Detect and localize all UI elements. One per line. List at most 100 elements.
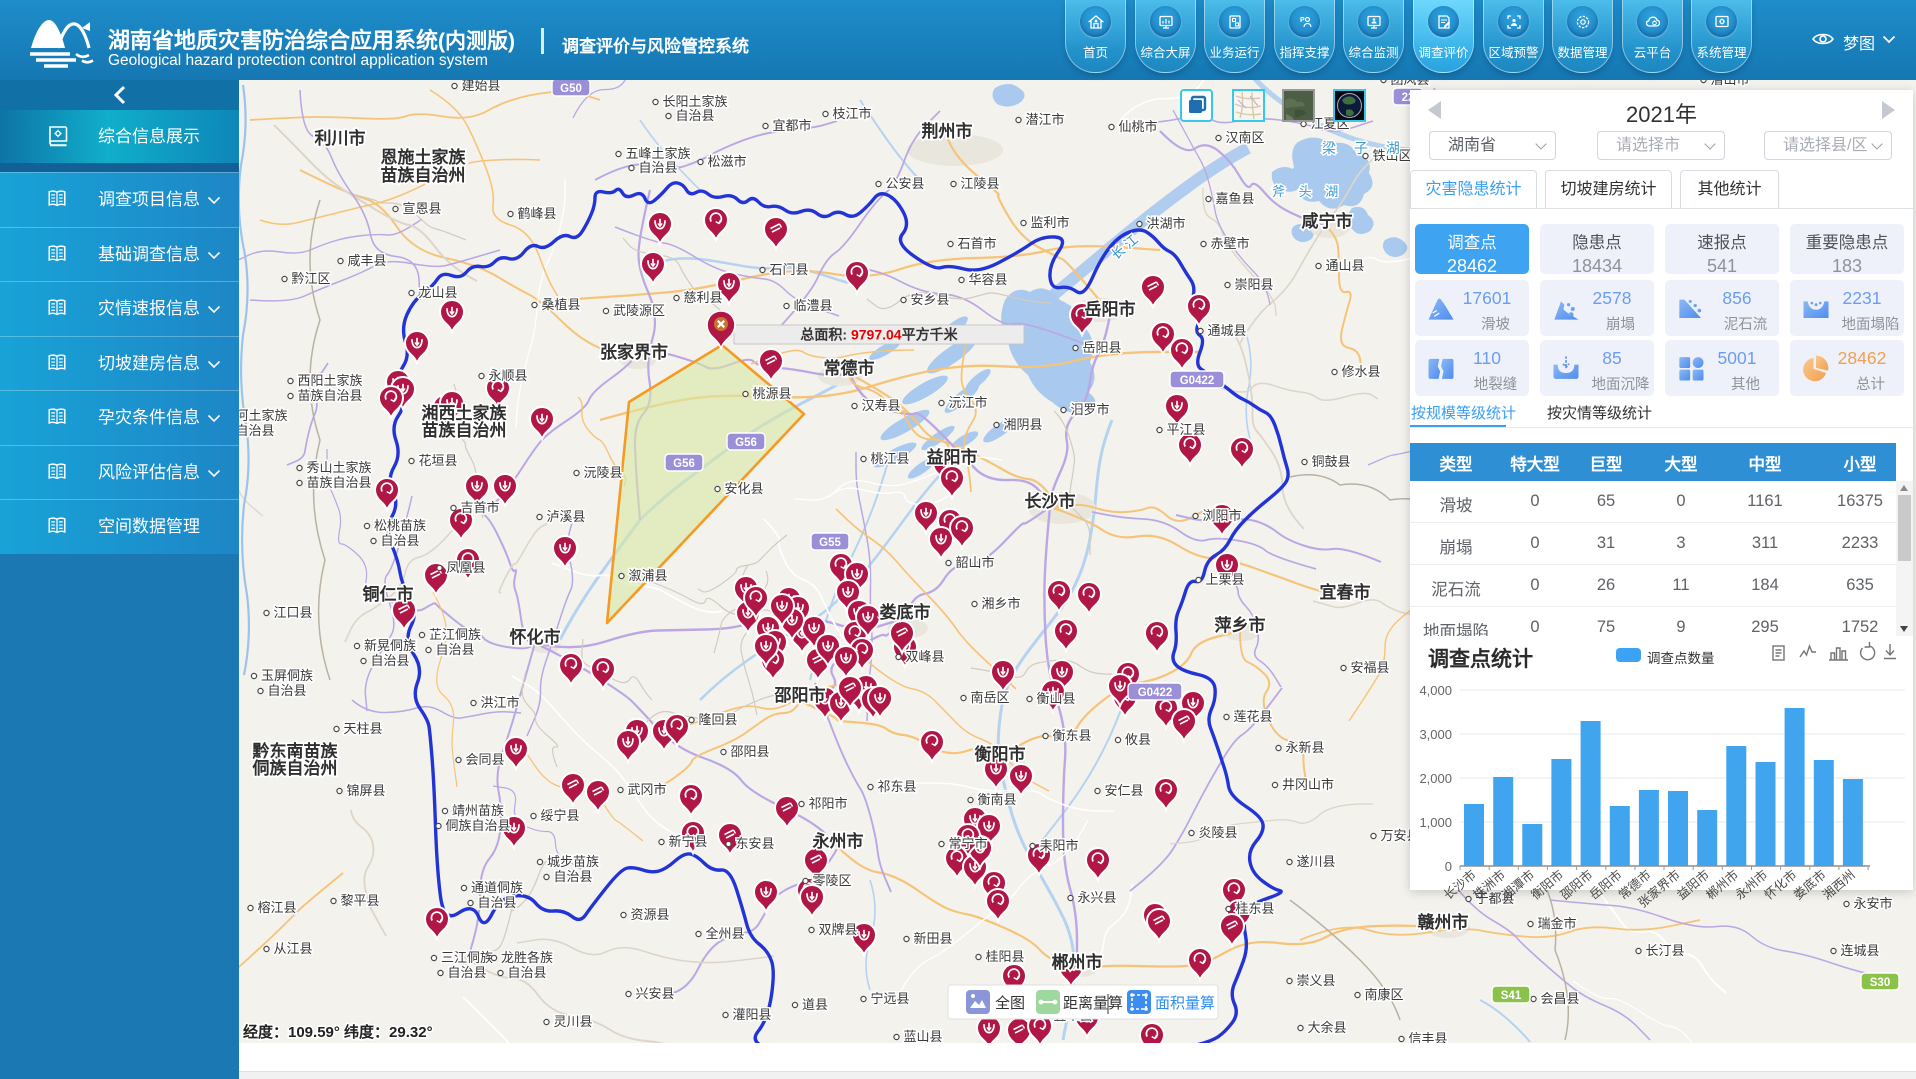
- svg-text:耒阳市: 耒阳市: [1039, 838, 1078, 853]
- svg-text:赤壁市: 赤壁市: [1210, 236, 1249, 251]
- svg-text:石门县: 石门县: [769, 262, 808, 277]
- svg-text:沿河土家族: 沿河土家族: [239, 408, 288, 423]
- svg-text:鹤峰县: 鹤峰县: [517, 206, 556, 221]
- svg-text:龙山县: 龙山县: [418, 285, 457, 300]
- svg-text:桃源县: 桃源县: [752, 386, 791, 401]
- svg-text:华容县: 华容县: [968, 272, 1007, 287]
- svg-text:衡阳市: 衡阳市: [975, 744, 1026, 764]
- svg-text:距离量算: 距离量算: [1063, 994, 1123, 1012]
- svg-text:自治县: 自治县: [380, 533, 419, 548]
- svg-text:凤凰县: 凤凰县: [446, 560, 485, 575]
- svg-text:监利市: 监利市: [1030, 215, 1069, 230]
- svg-text:衡南县: 衡南县: [977, 792, 1016, 807]
- svg-text:莲花县: 莲花县: [1233, 709, 1272, 724]
- svg-text:邵阳市: 邵阳市: [1557, 867, 1595, 903]
- svg-text:自治县: 自治县: [675, 108, 714, 123]
- svg-text:溆浦县: 溆浦县: [628, 568, 667, 583]
- svg-text:芷江侗族: 芷江侗族: [429, 627, 481, 642]
- svg-text:龙胜各族: 龙胜各族: [501, 950, 553, 965]
- svg-text:桑植县: 桑植县: [541, 297, 580, 312]
- svg-text:郴州市: 郴州市: [1703, 867, 1741, 903]
- svg-text:公安县: 公安县: [885, 176, 924, 191]
- svg-text:利川市: 利川市: [315, 128, 366, 148]
- svg-text:面积量算: 面积量算: [1155, 994, 1215, 1012]
- svg-text:花垣县: 花垣县: [418, 453, 457, 468]
- svg-text:井冈山市: 井冈山市: [1282, 777, 1334, 792]
- svg-text:玉屏侗族: 玉屏侗族: [261, 668, 313, 683]
- svg-text:通山县: 通山县: [1325, 258, 1364, 273]
- svg-text:安仁县: 安仁县: [1104, 783, 1143, 798]
- svg-text:南岳区: 南岳区: [970, 690, 1009, 705]
- svg-text:永州市: 永州市: [1732, 867, 1770, 903]
- svg-text:衡阳市: 衡阳市: [1528, 867, 1566, 903]
- svg-text:长汀县: 长汀县: [1645, 943, 1684, 958]
- svg-text:长沙市: 长沙市: [1025, 491, 1076, 511]
- svg-text:益阳市: 益阳市: [1674, 867, 1712, 903]
- svg-text:宜都市: 宜都市: [772, 118, 811, 133]
- svg-text:隆回县: 隆回县: [698, 712, 737, 727]
- svg-text:咸丰县: 咸丰县: [347, 253, 386, 268]
- svg-text:汉寿县: 汉寿县: [861, 398, 900, 413]
- svg-text:沅陵县: 沅陵县: [583, 465, 622, 480]
- svg-text:武陵源区: 武陵源区: [613, 303, 665, 318]
- svg-text:G56: G56: [735, 437, 757, 449]
- svg-text:武冈市: 武冈市: [627, 782, 666, 797]
- svg-text:苗族自治县: 苗族自治县: [306, 475, 371, 490]
- svg-text:零陵区: 零陵区: [812, 873, 851, 888]
- svg-text:自治县: 自治县: [638, 160, 677, 175]
- svg-text:自治县: 自治县: [477, 895, 516, 910]
- svg-text:怀化市: 怀化市: [1761, 867, 1799, 903]
- svg-text:信丰县: 信丰县: [1408, 1031, 1447, 1043]
- svg-text:2,000: 2,000: [1419, 771, 1452, 786]
- svg-text:全州县: 全州县: [705, 926, 744, 941]
- svg-text:益阳市: 益阳市: [927, 447, 978, 467]
- svg-text:侗族自治州: 侗族自治州: [252, 758, 338, 778]
- svg-text:经度：109.59° 纬度：29.32°: 经度：109.59° 纬度：29.32°: [243, 1023, 433, 1041]
- svg-text:衡东县: 衡东县: [1052, 728, 1091, 743]
- svg-text:咸宁市: 咸宁市: [1302, 211, 1353, 231]
- svg-text:荆州市: 荆州市: [922, 121, 973, 141]
- svg-text:邵阳县: 邵阳县: [730, 744, 769, 759]
- svg-text:G56: G56: [673, 458, 695, 470]
- svg-text:城步苗族: 城步苗族: [547, 854, 599, 869]
- svg-text:平江县: 平江县: [1166, 422, 1205, 437]
- svg-text:总面积: 9797.04平方千米: 总面积: 9797.04平方千米: [800, 327, 958, 343]
- svg-text:自治县: 自治县: [553, 869, 592, 884]
- svg-text:洪湖市: 洪湖市: [1146, 216, 1185, 231]
- svg-text:湘阴县: 湘阴县: [1003, 417, 1042, 432]
- svg-text:安化县: 安化县: [724, 481, 763, 496]
- svg-text:G0422: G0422: [1138, 687, 1173, 699]
- svg-text:P: P: [1300, 17, 1305, 24]
- svg-text:G0422: G0422: [1180, 375, 1215, 387]
- svg-text:自治县: 自治县: [370, 653, 409, 668]
- svg-text:三江侗族: 三江侗族: [441, 950, 493, 965]
- svg-text:3,000: 3,000: [1419, 727, 1452, 742]
- svg-text:桂东县: 桂东县: [1235, 901, 1274, 916]
- svg-text:连城县: 连城县: [1840, 943, 1879, 958]
- svg-text:宣恩县: 宣恩县: [402, 201, 441, 216]
- svg-text:洪江市: 洪江市: [480, 695, 519, 710]
- svg-text:自治县: 自治县: [435, 642, 474, 657]
- svg-text:会同县: 会同县: [465, 752, 504, 767]
- svg-text:全图: 全图: [995, 994, 1025, 1012]
- svg-text:4,000: 4,000: [1419, 683, 1452, 698]
- svg-text:娄底市: 娄底市: [1790, 867, 1828, 903]
- svg-text:永兴县: 永兴县: [1077, 890, 1116, 905]
- svg-text:永新县: 永新县: [1285, 740, 1324, 755]
- svg-text:岳阳市: 岳阳市: [1586, 867, 1624, 903]
- svg-text:天柱县: 天柱县: [343, 721, 382, 736]
- svg-text:枝江市: 枝江市: [832, 106, 871, 121]
- svg-text:自治县: 自治县: [239, 423, 275, 438]
- svg-text:松桃苗族: 松桃苗族: [374, 518, 426, 533]
- svg-text:浏阳市: 浏阳市: [1202, 508, 1241, 523]
- svg-text:临澧县: 临澧县: [793, 298, 832, 313]
- svg-text:修水县: 修水县: [1341, 364, 1380, 379]
- svg-text:韶山市: 韶山市: [955, 555, 994, 570]
- svg-text:双峰县: 双峰县: [905, 649, 944, 664]
- svg-text:南康区: 南康区: [1364, 987, 1403, 1002]
- svg-text:S30: S30: [1870, 977, 1890, 989]
- svg-text:灌阳县: 灌阳县: [732, 1007, 771, 1022]
- svg-text:常宁市: 常宁市: [948, 836, 987, 851]
- svg-text:新晃侗族: 新晃侗族: [364, 638, 416, 653]
- svg-text:新宁县: 新宁县: [668, 834, 707, 849]
